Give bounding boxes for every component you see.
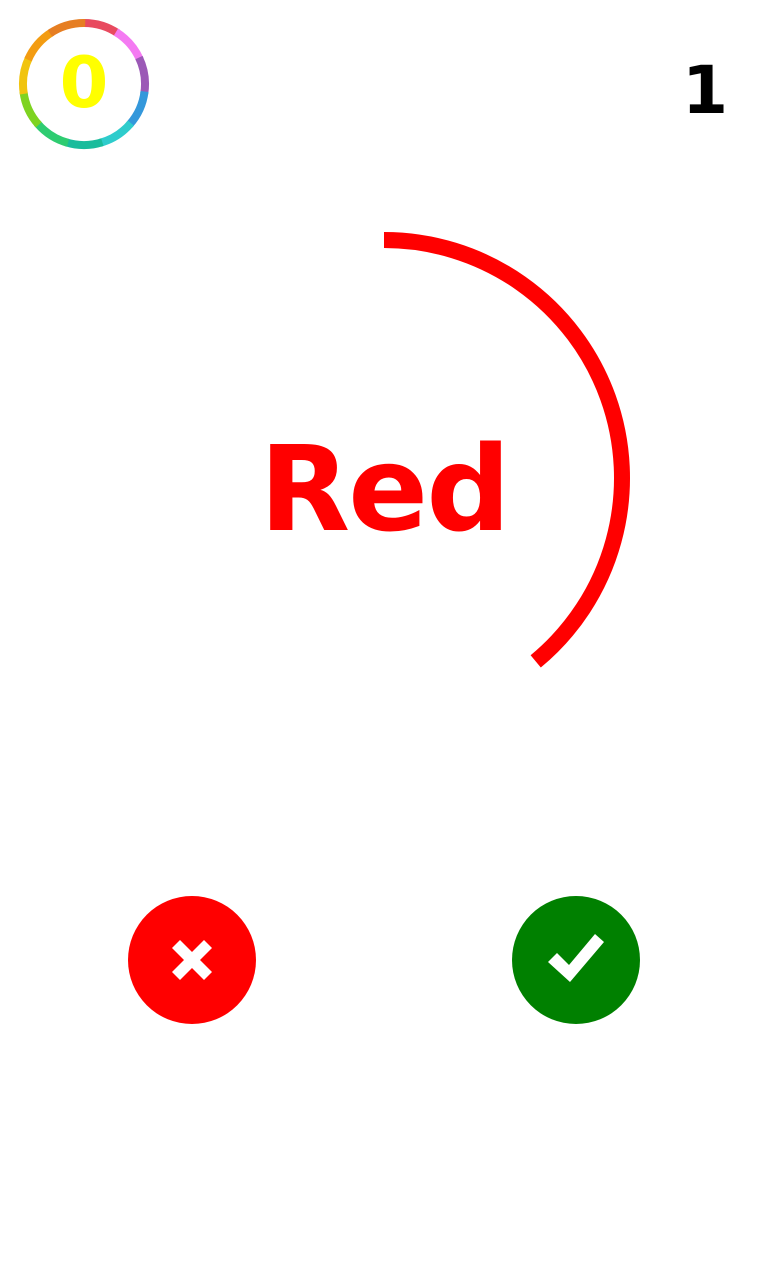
level-counter: 1 xyxy=(682,52,728,129)
close-icon xyxy=(172,940,212,980)
wrong-button[interactable] xyxy=(128,896,256,1024)
right-button[interactable] xyxy=(512,896,640,1024)
timer-arc xyxy=(383,232,630,668)
color-word: Red xyxy=(259,420,510,558)
game-screen: 0 1 Red xyxy=(0,0,768,1280)
score-value: 0 xyxy=(59,42,109,124)
checkmark-icon xyxy=(548,934,604,982)
